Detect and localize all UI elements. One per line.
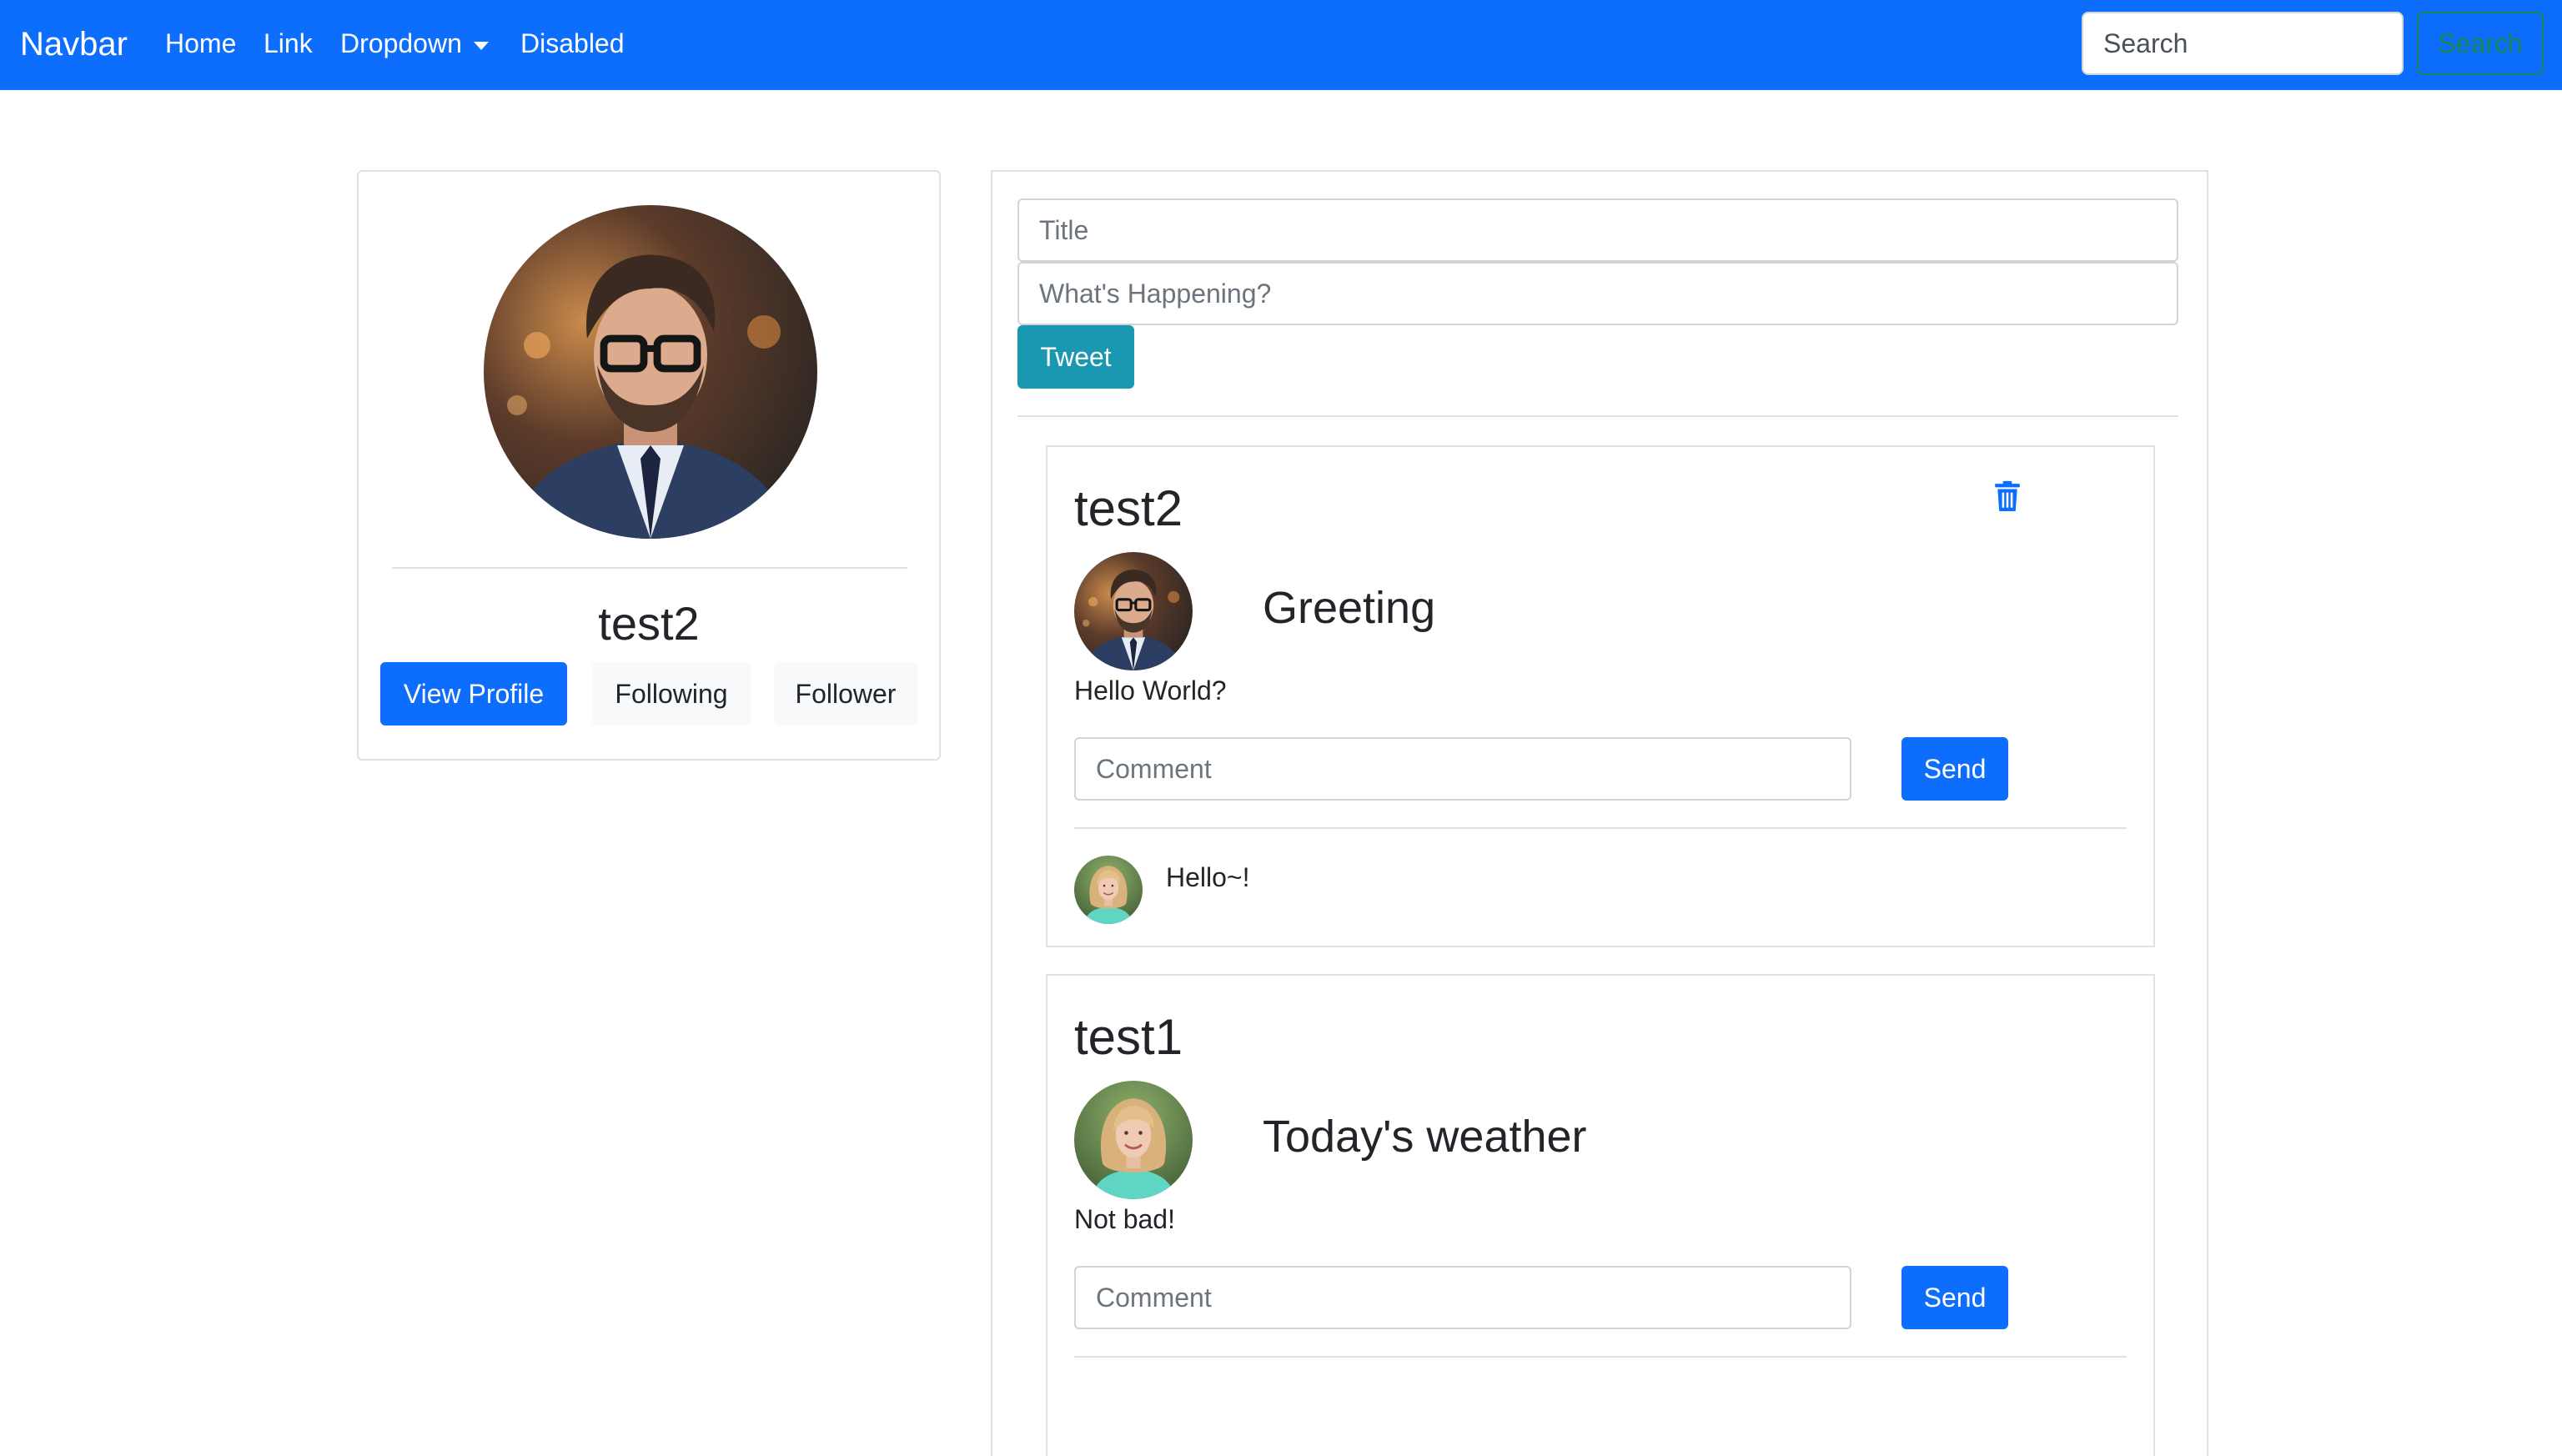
- post-body: Not bad!: [1074, 1204, 1175, 1234]
- caret-down-icon: [473, 41, 489, 50]
- navbar-brand[interactable]: Navbar: [20, 23, 128, 65]
- tweet-title-input[interactable]: [1017, 198, 2178, 262]
- profile-divider: [392, 567, 907, 569]
- post-body: Hello World?: [1074, 675, 1227, 705]
- navbar-search-input[interactable]: [2082, 12, 2404, 75]
- profile-card: test2 View Profile Following Follower: [357, 170, 941, 761]
- follower-button[interactable]: Follower: [774, 662, 917, 725]
- send-comment-button[interactable]: Send: [1901, 1266, 2008, 1329]
- profile-avatar: [484, 205, 817, 539]
- comment-text: Hello~!: [1166, 862, 1250, 892]
- tweet-button[interactable]: Tweet: [1017, 325, 1134, 389]
- composer-divider: [1017, 415, 2178, 417]
- post-author: test1: [1074, 1009, 1183, 1065]
- post-author-avatar: [1074, 1081, 1193, 1199]
- post-title: Today's weather: [1263, 1112, 1587, 1162]
- navbar-search-button[interactable]: Search: [2417, 12, 2544, 75]
- navbar: Navbar Home Link Dropdown Disabled Searc…: [0, 0, 2562, 90]
- post-card: test2 Greeting Hello World? Send Hello~!: [1046, 445, 2155, 947]
- post-divider: [1074, 1356, 2127, 1358]
- feed-panel: Tweet test2 Greeting Hello World? Send H…: [991, 170, 2208, 1456]
- comment-input[interactable]: [1074, 1266, 1851, 1329]
- post-card: test1 Today's weather Not bad! Send: [1046, 974, 2155, 1456]
- trash-icon[interactable]: [1993, 480, 2022, 514]
- nav-link-disabled: Disabled: [520, 28, 625, 58]
- post-divider: [1074, 827, 2127, 829]
- send-comment-button[interactable]: Send: [1901, 737, 2008, 801]
- view-profile-button[interactable]: View Profile: [380, 662, 567, 725]
- nav-link-home[interactable]: Home: [165, 25, 236, 62]
- following-button[interactable]: Following: [592, 662, 751, 725]
- post-author: test2: [1074, 480, 1183, 536]
- profile-username: test2: [598, 597, 700, 650]
- nav-link-dropdown[interactable]: Dropdown: [340, 25, 489, 62]
- post-author-avatar: [1074, 552, 1193, 670]
- comment-input[interactable]: [1074, 737, 1851, 801]
- nav-link-link[interactable]: Link: [264, 25, 313, 62]
- tweet-body-input[interactable]: [1017, 262, 2178, 325]
- nav-link-dropdown-label: Dropdown: [340, 28, 462, 58]
- comment-avatar: [1074, 856, 1143, 924]
- post-title: Greeting: [1263, 583, 1436, 633]
